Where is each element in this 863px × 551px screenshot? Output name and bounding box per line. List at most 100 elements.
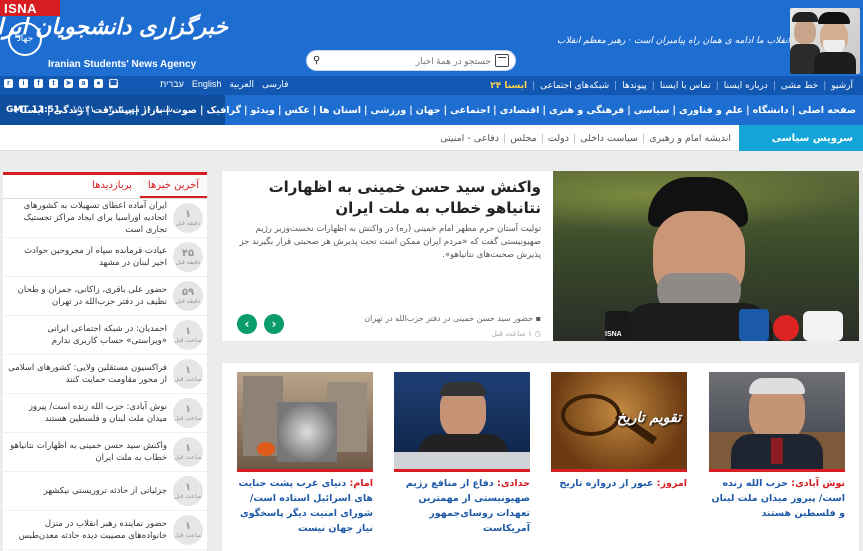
search-input[interactable] [320,51,491,70]
nav-photo[interactable]: عکس [281,105,312,116]
instagram-icon[interactable]: i [19,79,28,88]
card-title[interactable]: نوش آبادی: حزب الله زنده است/ پیروز میدا… [709,476,845,521]
card-image[interactable] [709,372,845,469]
time-ago-badge: ۱ ساعت قبل [173,398,203,428]
nav-audio[interactable]: صوت [169,105,200,116]
nav-graphic[interactable]: گرافیک [203,105,244,116]
tab-latest-news[interactable]: آخرین خبرها [139,175,207,198]
sidebar-news-item[interactable]: ۱ ساعت قبل حضور نماینده رهبر انقلاب در منز… [3,511,207,550]
apple-icon[interactable]: ● [94,79,103,88]
nav-home[interactable]: صفحه اصلی [795,105,859,116]
subnav-item[interactable]: اندیشه امام و رهبری [645,133,735,144]
card-image[interactable] [394,372,530,469]
time-ago-unit: دقیقه قبل [175,220,201,227]
sidebar-news-item[interactable]: ۴۵ دقیقه قبل عیادت فرمانده سپاه از مجروحین… [3,238,207,277]
time-ago-unit: ساعت قبل [174,454,202,461]
time-ago-badge: ۵۹ دقیقه قبل [173,281,203,311]
phone-icon[interactable]: ☎ [109,79,118,88]
sidebar-news-item[interactable]: ۱ ساعت قبل احمدیان: در شبکه اجتماعی ایرانی… [3,316,207,355]
news-card[interactable]: حدادی: دفاع از منافع رژیم صهیونیستی از م… [394,372,530,551]
nav-provinces[interactable]: استان ها [316,105,364,116]
language-switcher: עברית English العربية فارسی [160,79,288,90]
time-ago-unit: دقیقه قبل [175,259,201,266]
link-links[interactable]: پیوندها [618,81,651,91]
sidebar-news-title[interactable]: واکنش سید حسن خمینی به اظهارات نتانیاهو … [7,440,167,464]
lang-hebrew[interactable]: עברית [160,79,184,90]
time-ago-number: ۴۵ [181,248,195,259]
rss-icon[interactable]: r [4,79,13,88]
lang-persian[interactable]: فارسی [262,79,288,90]
sidebar-news-item[interactable]: ۵۹ دقیقه قبل حضور علی باقری، زاکانی، جمران… [3,277,207,316]
telegram-icon[interactable]: ➤ [64,79,73,88]
sidebar-news-title[interactable]: حضور نماینده رهبر انقلاب در منزل خانواده… [7,518,167,542]
nav-politics[interactable]: سیاسی [631,105,673,116]
nav-economy[interactable]: اقتصادی [497,105,543,116]
card-image[interactable] [237,372,373,469]
lang-english[interactable]: English [192,79,222,90]
lang-arabic[interactable]: العربية [229,79,254,90]
nav-isna-plus[interactable]: ایسنا+ [9,105,47,116]
nav-life[interactable]: زندگی [51,105,87,116]
logo-english[interactable]: Iranian Students' News Agency [48,59,196,70]
sidebar-news-item[interactable]: ۱ ساعت قبل جزئیاتی از حادثه تروریستی نیکشه… [3,472,207,511]
nav-culture[interactable]: فرهنگی و هنری [546,105,627,116]
subnav-item[interactable]: دولت [544,133,573,144]
nav-social[interactable]: اجتماعی [447,105,493,116]
search-box[interactable]: ⚲ [306,50,516,71]
nav-progress[interactable]: پیشرفت [90,105,135,116]
news-card[interactable]: امام: دنیای غرب پشت جنایت های اسرائیل اس… [237,372,373,551]
sidebar-news-title[interactable]: احمدیان: در شبکه اجتماعی ایرانی «ویراستی… [7,323,167,347]
nav-world[interactable]: جهان [413,105,444,116]
tab-most-viewed[interactable]: پربازدیدها [84,175,140,198]
sidebar-news-title[interactable]: ایران آماده اعطای تسهیلات به کشورهای اتح… [7,200,167,236]
slogan: انقلاب ما ادامه ی همان راه پیامبران است … [556,36,790,46]
sidebar-news-item[interactable]: ۱ دقیقه قبل ایران آماده اعطای تسهیلات به ک… [3,199,207,238]
mic-isna-label: ISNA [605,331,622,338]
logo-persian[interactable]: خبرگزاری دانشجویان ایران، ایسنا [0,14,228,40]
sidebar-news-title[interactable]: جزئیاتی از حادثه تروریستی نیکشهر [44,485,167,497]
time-ago-badge: ۱ ساعت قبل [173,515,203,545]
card-title[interactable]: حدادی: دفاع از منافع رژیم صهیونیستی از م… [394,476,530,536]
card-title[interactable]: امام: دنیای غرب پشت جنایت های اسرائیل اس… [237,476,373,536]
featured-story[interactable]: ISNA واکنش سید حسن خمینی به اظهارات نتان… [222,171,859,341]
sidebar-news-item[interactable]: ۱ ساعت قبل واکنش سید حسن خمینی به اظهارات … [3,433,207,472]
slider-prev-button[interactable]: ‹ [237,314,257,334]
nav-video[interactable]: ویدئو [247,105,277,116]
nav-sports[interactable]: ورزشی [368,105,410,116]
link-policy[interactable]: خط مشی [777,81,822,91]
news-card[interactable]: تقویم تاریخ امروز: عبور از دروازه تاریخ [551,372,687,551]
subnav-item[interactable]: دفاعی - امنیتی [436,133,503,144]
sidebar-news-item[interactable]: ۱ ساعت قبل نوش آبادی: حزب الله زنده است/ پ… [3,394,207,433]
android-icon[interactable]: a [79,79,88,88]
latest-news-sidebar: آخرین خبرها پربازدیدها ۱ دقیقه قبل ایران آ… [3,172,207,551]
social-icons: r i f t ➤ a ● ☎ [4,79,118,88]
link-contact[interactable]: تماس با ایسنا [656,81,715,91]
search-icon[interactable]: ⚲ [313,55,320,66]
news-card[interactable]: نوش آبادی: حزب الله زنده است/ پیروز میدا… [709,372,845,551]
subnav-item[interactable]: مجلس [506,133,540,144]
facebook-icon[interactable]: f [34,79,43,88]
link-isna24[interactable]: ایسنا ۲۴ [486,81,531,91]
sidebar-news-title[interactable]: عیادت فرمانده سپاه از مجروحین حوادث اخیر… [7,245,167,269]
sidebar-news-title[interactable]: فراکسیون مستقلین ولایی: کشورهای اسلامی ا… [7,362,167,386]
card-title[interactable]: امروز: عبور از دروازه تاریخ [551,476,687,491]
nav-science[interactable]: علم و فناوری [676,105,746,116]
featured-title[interactable]: واکنش سید حسن خمینی به اظهارات نتانیاهو … [235,177,541,219]
sidebar-news-title[interactable]: نوش آبادی: حزب الله زنده است/ پیروز میدا… [7,401,167,425]
service-title[interactable]: سرویس سیاسی [739,125,863,151]
slider-next-button[interactable]: › [264,314,284,334]
card-image[interactable]: تقویم تاریخ [551,372,687,469]
subnav-item[interactable]: سیاست داخلی [576,133,642,144]
time-ago-unit: ساعت قبل [174,415,202,422]
nav-university[interactable]: دانشگاه [750,105,792,116]
sidebar-news-title[interactable]: حضور علی باقری، زاکانی، جمران و طحان نظی… [7,284,167,308]
featured-image[interactable]: ISNA [553,171,859,341]
twitter-icon[interactable]: t [49,79,58,88]
link-archive[interactable]: آرشیو [827,81,857,91]
link-social-networks[interactable]: شبکه‌های اجتماعی [536,81,613,91]
time-ago-number: ۱ [184,404,192,415]
link-about[interactable]: درباره ایسنا [720,81,772,91]
nav-market[interactable]: بازار [138,105,165,116]
calendar-icon[interactable] [495,54,509,67]
sidebar-news-item[interactable]: ۱ ساعت قبل فراکسیون مستقلین ولایی: کشورهای… [3,355,207,394]
